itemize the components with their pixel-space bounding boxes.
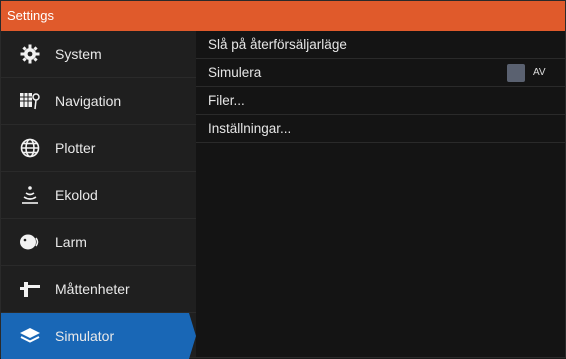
settings-content: Slå på återförsäljarläge Simulera AV Fil…: [196, 31, 565, 357]
sidebar-item-ekolod[interactable]: Ekolod: [1, 172, 196, 218]
settings-sidebar: System Navigation Plotter Ekolod Larm Må…: [1, 31, 196, 359]
units-icon: [19, 278, 41, 300]
sidebar-item-label: Larm: [55, 234, 87, 250]
sidebar-item-label: System: [55, 46, 102, 62]
sidebar-item-label: Plotter: [55, 140, 96, 156]
sidebar-item-plotter[interactable]: Plotter: [1, 125, 196, 171]
row-label: Inställningar...: [208, 121, 292, 136]
toggle-knob: [507, 63, 525, 82]
globe-icon: [19, 137, 41, 159]
sidebar-item-label: Ekolod: [55, 187, 98, 203]
sidebar-item-label: Navigation: [55, 93, 122, 109]
divider: [1, 312, 196, 313]
alarm-icon: [19, 231, 41, 253]
sidebar-item-mattenheter[interactable]: Måttenheter: [1, 266, 196, 312]
sidebar-item-label: Simulator: [55, 328, 115, 344]
list-item-dealer-mode[interactable]: Slå på återförsäljarläge: [196, 31, 565, 59]
simulera-toggle[interactable]: AV: [507, 62, 553, 83]
gear-icon: [19, 43, 41, 65]
row-label: Slå på återförsäljarläge: [208, 37, 347, 52]
settings-window: Settings System Navigation Plotter Ekolo…: [0, 0, 566, 359]
sidebar-item-navigation[interactable]: Navigation: [1, 78, 196, 124]
sidebar-item-larm[interactable]: Larm: [1, 219, 196, 265]
sidebar-item-label: Måttenheter: [55, 281, 130, 297]
list-item-simulera[interactable]: Simulera AV: [196, 59, 565, 87]
layers-icon: [19, 325, 41, 347]
toggle-state: AV: [533, 67, 546, 78]
sidebar-item-system[interactable]: System: [1, 31, 196, 77]
navigation-icon: [19, 90, 41, 112]
row-label: Simulera: [208, 65, 262, 80]
sonar-icon: [19, 184, 41, 206]
list-item-installningar[interactable]: Inställningar...: [196, 115, 565, 143]
sidebar-item-simulator[interactable]: Simulator: [1, 313, 196, 359]
row-label: Filer...: [208, 93, 245, 108]
window-title: Settings: [1, 1, 565, 31]
list-item-filer[interactable]: Filer...: [196, 87, 565, 115]
